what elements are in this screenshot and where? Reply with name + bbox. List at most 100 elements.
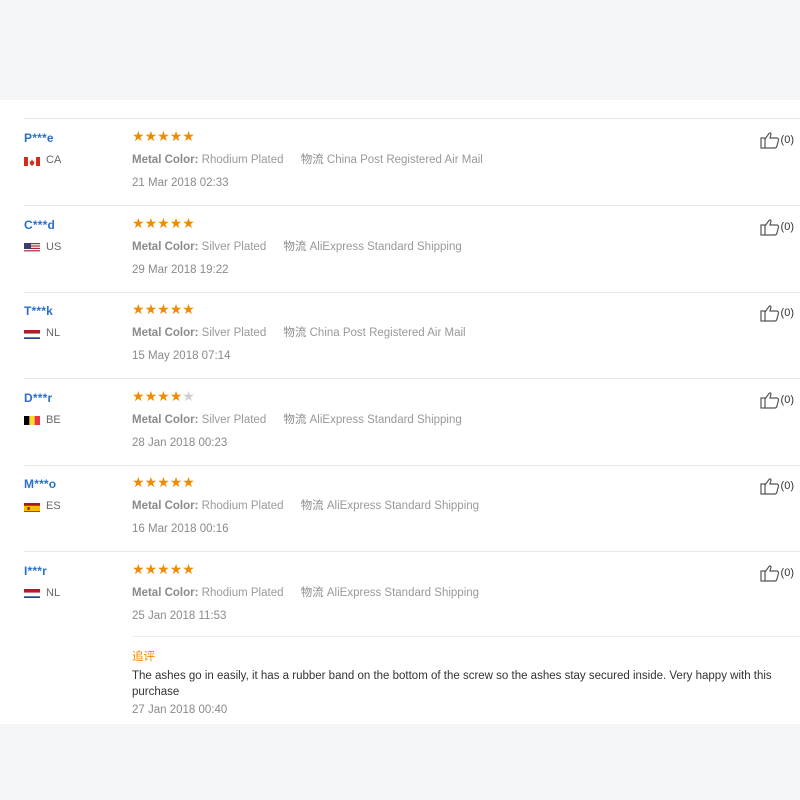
star-filled-icon: ★ [132, 214, 145, 231]
shipping-label: 物流 [300, 586, 324, 599]
review-item: C***d US ★★★★★ Metal Color: Silver Plate… [24, 206, 800, 293]
flag-icon [24, 587, 40, 598]
thumbs-up-icon[interactable] [759, 477, 780, 495]
metal-color-label: Metal Color: [132, 413, 199, 426]
helpful-count: (0) [780, 220, 794, 233]
metal-color-label: Metal Color: [132, 327, 199, 339]
followup-text: The ashes go in easily, it has a rubber … [132, 669, 772, 698]
shipping-value: China Post Registered Air Mail [326, 154, 483, 166]
helpful-count: (0) [780, 134, 794, 146]
reviewer-country: NL [24, 326, 60, 340]
review-item: I***r NL ★★★★★ Metal Color: Rhodium Plat… [24, 552, 800, 725]
reviewer-name[interactable]: P***e [24, 131, 54, 145]
star-rating: ★★★★★ [132, 389, 195, 403]
reviewer-country: CA [24, 153, 61, 167]
thumbs-up-icon[interactable] [759, 391, 780, 409]
review-date: 16 Mar 2018 00:16 [132, 523, 229, 535]
review-item: P***e CA ★★★★★ Metal Color: Rhodium Plat… [24, 119, 800, 206]
star-rating: ★★★★★ [132, 302, 195, 316]
review-attributes: Metal Color: Rhodium Plated 物流 AliExpres… [132, 497, 479, 513]
review-attributes: Metal Color: Rhodium Plated 物流 AliExpres… [132, 584, 479, 600]
country-code: CA [46, 154, 62, 166]
review-attributes: Metal Color: Silver Plated 物流 AliExpress… [132, 238, 462, 254]
helpful-button[interactable]: (0) [759, 304, 794, 322]
star-rating: ★★★★★ [132, 129, 195, 143]
thumbs-up-icon[interactable] [759, 131, 780, 149]
star-filled-icon: ★ [157, 214, 170, 231]
shipping-label: 物流 [283, 413, 307, 426]
review-date: 29 Mar 2018 19:22 [132, 263, 229, 276]
shipping-label: 物流 [300, 500, 324, 512]
helpful-button[interactable]: (0) [759, 564, 794, 582]
review-item: M***o ES ★★★★★ Metal Color: Rhodium Plat… [24, 465, 800, 552]
shipping-value: AliExpress Standard Shipping [309, 240, 462, 253]
review-item: T***k NL ★★★★★ Metal Color: Silver Plate… [24, 292, 800, 379]
top-background [0, 0, 800, 100]
star-filled-icon: ★ [157, 387, 170, 404]
star-filled-icon: ★ [157, 474, 170, 490]
review-attributes: Metal Color: Silver Plated 物流 China Post… [132, 324, 466, 340]
helpful-count: (0) [780, 307, 794, 319]
flag-icon [24, 501, 40, 512]
star-filled-icon: ★ [144, 560, 158, 577]
metal-color-value: Rhodium Plated [201, 586, 284, 599]
thumbs-up-icon[interactable] [759, 564, 780, 582]
helpful-button[interactable]: (0) [759, 391, 794, 409]
metal-color-value: Rhodium Plated [201, 154, 284, 166]
shipping-label: 物流 [300, 154, 324, 166]
star-filled-icon: ★ [144, 301, 158, 317]
reviewer-country: NL [24, 586, 60, 600]
star-filled-icon: ★ [132, 301, 145, 317]
star-filled-icon: ★ [144, 214, 158, 231]
shipping-label: 物流 [283, 327, 307, 339]
star-filled-icon: ★ [182, 474, 195, 490]
star-filled-icon: ★ [182, 560, 195, 577]
star-filled-icon: ★ [169, 560, 183, 577]
metal-color-label: Metal Color: [132, 500, 199, 512]
reviews-panel: P***e CA ★★★★★ Metal Color: Rhodium Plat… [0, 100, 800, 725]
bottom-background [0, 724, 800, 800]
star-filled-icon: ★ [132, 560, 145, 577]
reviewer-name[interactable]: C***d [24, 218, 55, 232]
review-date: 25 Jan 2018 11:53 [132, 609, 227, 622]
thumbs-up-icon[interactable] [759, 304, 780, 322]
star-filled-icon: ★ [132, 128, 145, 144]
helpful-count: (0) [780, 480, 794, 492]
shipping-value: AliExpress Standard Shipping [309, 413, 462, 426]
country-code: NL [46, 586, 61, 599]
followup-title: 追评 [132, 650, 155, 663]
review-item: D***r BE ★★★★★ Metal Color: Silver Plate… [24, 379, 800, 466]
star-filled-icon: ★ [169, 214, 183, 231]
metal-color-label: Metal Color: [132, 154, 199, 166]
reviewer-country: ES [24, 499, 61, 513]
followup-divider [132, 635, 800, 637]
helpful-button[interactable]: (0) [759, 477, 794, 495]
star-filled-icon: ★ [182, 214, 195, 231]
review-date: 28 Jan 2018 00:23 [132, 436, 228, 449]
metal-color-label: Metal Color: [132, 240, 199, 253]
reviewer-name[interactable]: I***r [24, 564, 47, 578]
flag-icon [24, 328, 40, 339]
star-filled-icon: ★ [169, 474, 183, 490]
star-filled-icon: ★ [182, 128, 195, 144]
reviewer-name[interactable]: D***r [24, 391, 52, 405]
flag-icon [24, 241, 40, 252]
shipping-value: AliExpress Standard Shipping [326, 586, 480, 599]
star-empty-icon: ★ [182, 387, 195, 404]
star-filled-icon: ★ [144, 128, 158, 144]
helpful-button[interactable]: (0) [759, 218, 794, 236]
star-filled-icon: ★ [157, 301, 170, 317]
star-rating: ★★★★★ [132, 475, 195, 489]
reviewer-name[interactable]: T***k [24, 304, 53, 318]
reviewer-country: BE [24, 413, 61, 427]
country-code: NL [46, 327, 61, 339]
reviewer-name[interactable]: M***o [24, 477, 56, 491]
review-attributes: Metal Color: Rhodium Plated 物流 China Pos… [132, 151, 483, 167]
star-filled-icon: ★ [144, 387, 158, 404]
star-rating: ★★★★★ [132, 562, 195, 576]
country-code: ES [46, 500, 61, 512]
thumbs-up-icon[interactable] [759, 218, 780, 236]
helpful-button[interactable]: (0) [759, 131, 794, 149]
metal-color-value: Rhodium Plated [201, 500, 284, 512]
star-filled-icon: ★ [157, 560, 170, 577]
